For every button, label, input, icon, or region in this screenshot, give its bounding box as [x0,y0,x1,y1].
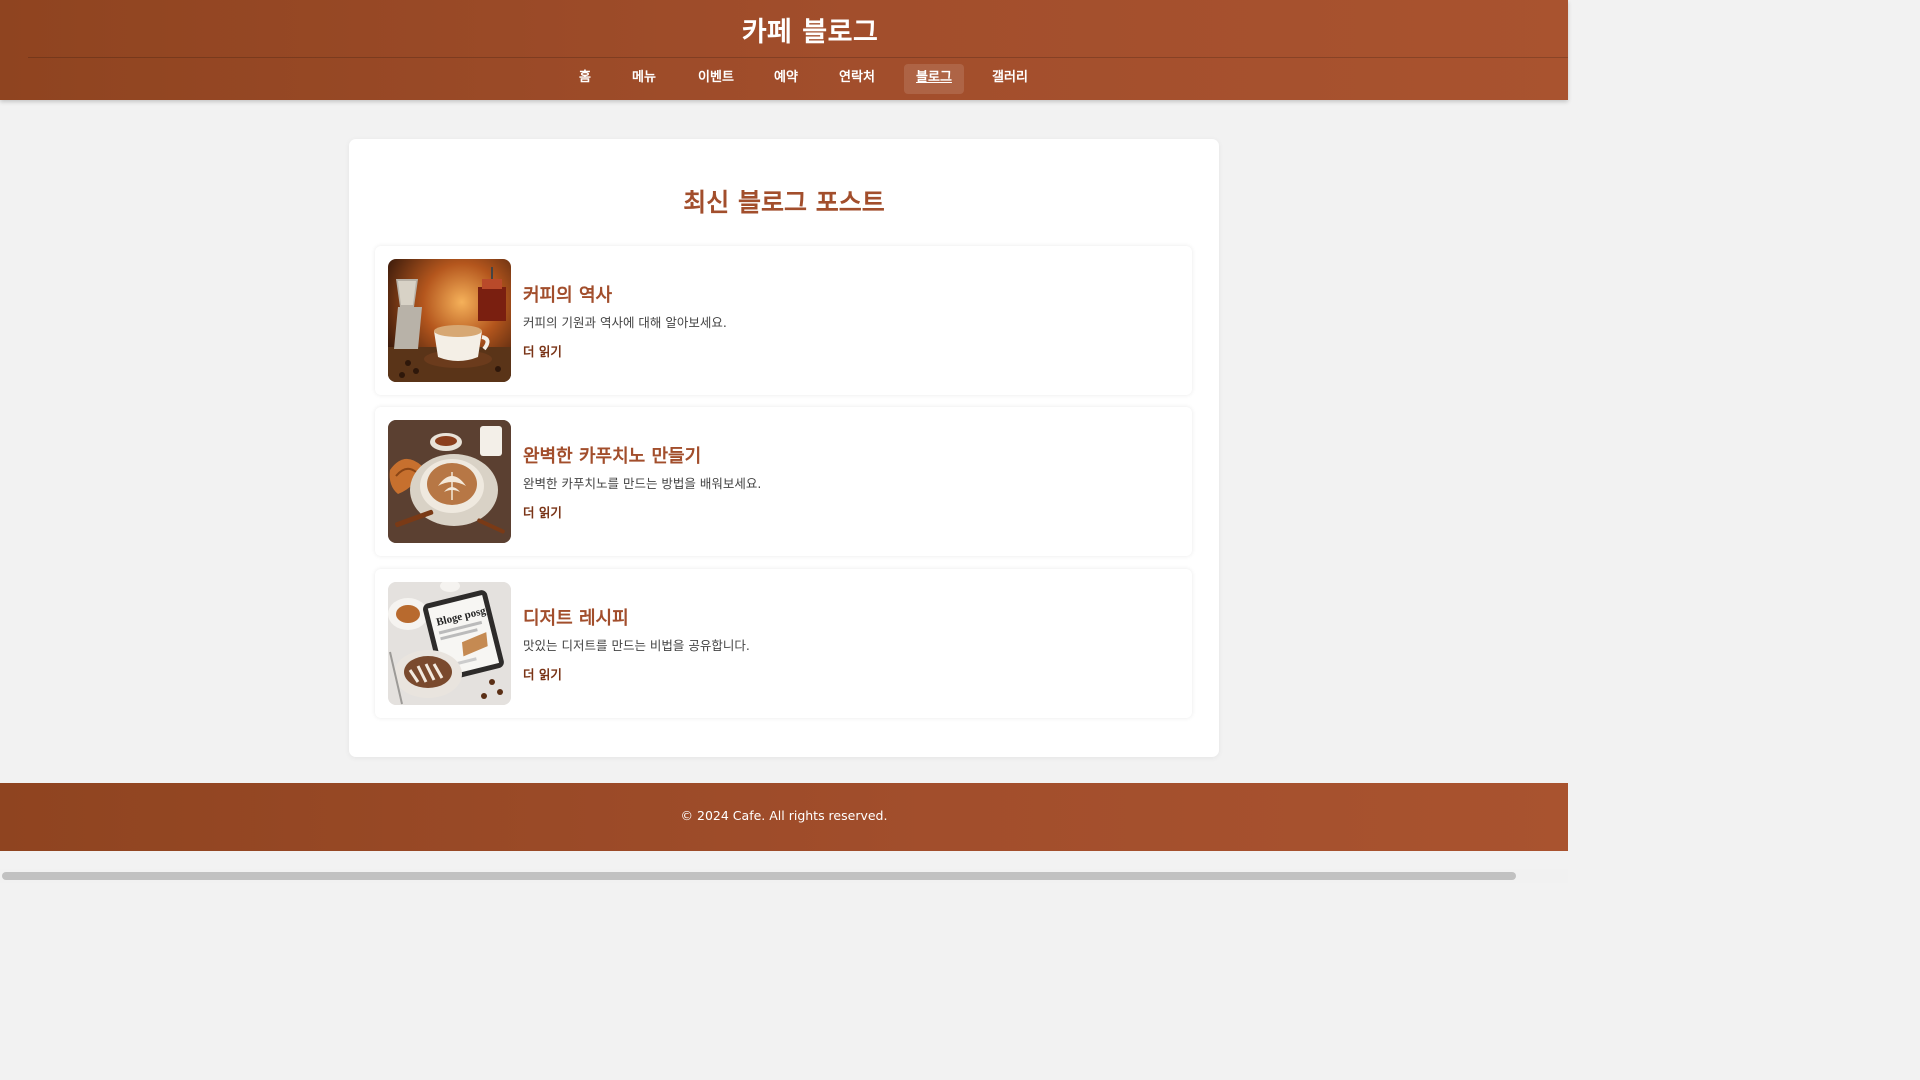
page: 카페 블로그 홈 메뉴 이벤트 예약 연락처 블로그 갤러리 최신 블로그 포스… [0,0,1568,883]
read-more-link[interactable]: 더 읽기 [523,502,562,521]
header-divider [28,57,1568,58]
cappuccino-image[interactable] [388,420,511,543]
site-title: 카페 블로그 [741,17,879,48]
site-header: 카페 블로그 홈 메뉴 이벤트 예약 연락처 블로그 갤러리 [0,0,1568,100]
nav-item-reservation[interactable]: 예약 [766,64,806,94]
section-title: 최신 블로그 포스트 [683,188,885,217]
copyright-text: © 2024 Cafe. All rights reserved. [680,808,888,823]
nav-item-menu[interactable]: 메뉴 [624,64,664,94]
nav-item-blog[interactable]: 블로그 [904,64,964,94]
coffee-history-image[interactable] [388,259,511,382]
site-footer: © 2024 Cafe. All rights reserved. [0,783,1568,851]
read-more-link[interactable]: 더 읽기 [523,664,562,683]
read-more-link[interactable]: 더 읽기 [523,341,562,360]
post-title: 완벽한 카푸치노 만들기 [523,446,702,467]
nav-item-gallery[interactable]: 갤러리 [984,64,1036,94]
horizontal-scrollbar[interactable] [0,869,1568,883]
blog-post-card: 완벽한 카푸치노 만들기 완벽한 카푸치노를 만드는 방법을 배워보세요. 더 … [375,407,1192,556]
post-description: 완벽한 카푸치노를 만드는 방법을 배워보세요. [523,476,762,491]
post-title: 디저트 레시피 [523,608,629,629]
scrollbar-thumb[interactable] [2,872,1516,880]
dessert-recipe-image[interactable]: Bloge posg [388,582,511,705]
nav-item-contact[interactable]: 연락처 [830,64,884,94]
nav-item-home[interactable]: 홈 [570,64,600,94]
post-description: 커피의 기원과 역사에 대해 알아보세요. [523,315,727,330]
nav-item-events[interactable]: 이벤트 [690,64,742,94]
blog-post-card: 커피의 역사 커피의 기원과 역사에 대해 알아보세요. 더 읽기 [375,246,1192,395]
post-description: 맛있는 디저트를 만드는 비법을 공유합니다. [523,638,750,653]
post-title: 커피의 역사 [523,285,613,306]
main-nav: 홈 메뉴 이벤트 예약 연락처 블로그 갤러리 [0,64,1568,94]
blog-post-card: Bloge posg 디저트 레시피 맛있는 디저트를 만드는 비법을 공유합니… [375,569,1192,718]
blog-section: 최신 블로그 포스트 커피의 역사 커피의 기원과 역사에 대해 알아보세요. … [349,139,1219,757]
